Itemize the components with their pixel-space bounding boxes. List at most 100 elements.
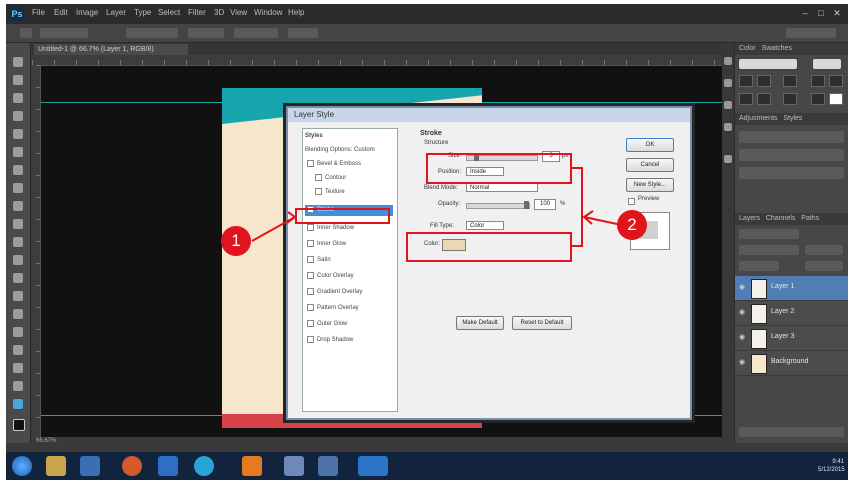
crop-tool-icon[interactable] [13, 129, 23, 139]
rectangle-tool-icon[interactable] [13, 363, 23, 373]
tab-styles[interactable]: Styles [783, 115, 802, 122]
healing-brush-tool-icon[interactable] [13, 165, 23, 175]
photoshop-taskbar-icon[interactable] [358, 456, 388, 476]
fill-type-select[interactable]: Color [466, 221, 504, 230]
swatch[interactable] [829, 75, 843, 87]
style-item[interactable]: Inner Shadow [305, 223, 393, 234]
swatch[interactable] [757, 75, 771, 87]
opacity-field[interactable] [805, 245, 843, 255]
pen-tool-icon[interactable] [13, 309, 23, 319]
browser-icon[interactable] [122, 456, 142, 476]
swatch[interactable] [739, 75, 753, 87]
panel-header-color[interactable]: Color Swatches [735, 43, 848, 55]
tab-layers[interactable]: Layers [739, 215, 760, 222]
style-item[interactable]: Outer Glow [305, 319, 393, 330]
ok-button[interactable]: OK [626, 138, 674, 152]
tab-paths[interactable]: Paths [801, 215, 819, 222]
tool-preset-icon[interactable] [20, 28, 32, 38]
blend-mode-select[interactable] [739, 245, 799, 255]
close-button[interactable]: ✕ [830, 7, 844, 19]
character-panel-icon[interactable] [724, 123, 732, 131]
swatch[interactable] [783, 93, 797, 105]
option-control[interactable] [288, 28, 318, 38]
reset-default-button[interactable]: Reset to Default [512, 316, 572, 330]
actions-panel-icon[interactable] [724, 79, 732, 87]
menu-layer[interactable]: Layer [106, 8, 126, 20]
blend-mode-select[interactable]: Normal [466, 183, 538, 192]
style-item[interactable]: Satin [305, 255, 393, 266]
hand-tool-icon[interactable] [13, 381, 23, 391]
swatch[interactable] [811, 93, 825, 105]
layer-row[interactable]: ◉ Layer 2 [735, 301, 848, 326]
dodge-tool-icon[interactable] [13, 291, 23, 301]
menu-edit[interactable]: Edit [54, 8, 68, 20]
swatch[interactable] [811, 75, 825, 87]
swatch[interactable] [757, 93, 771, 105]
minimize-button[interactable]: – [798, 7, 812, 19]
opacity-slider[interactable] [466, 201, 530, 209]
tab-adjustments[interactable]: Adjustments [739, 115, 778, 122]
marquee-tool-icon[interactable] [13, 75, 23, 85]
adjustment-icons-row[interactable] [739, 167, 844, 179]
layer-filter-select[interactable] [739, 229, 799, 239]
app-icon[interactable] [80, 456, 100, 476]
gradient-tool-icon[interactable] [13, 255, 23, 265]
eraser-tool-icon[interactable] [13, 237, 23, 247]
style-item[interactable]: Contour [305, 173, 401, 184]
color-field[interactable] [739, 59, 797, 69]
menu-select[interactable]: Select [158, 8, 180, 20]
file-explorer-icon[interactable] [46, 456, 66, 476]
menu-type[interactable]: Type [134, 8, 151, 20]
properties-panel-icon[interactable] [724, 101, 732, 109]
lasso-tool-icon[interactable] [13, 93, 23, 103]
style-item[interactable]: Gradient Overlay [305, 287, 393, 298]
cancel-button[interactable]: Cancel [626, 158, 674, 172]
panel-header-adjustments[interactable]: Adjustments Styles [735, 113, 848, 125]
tab-color[interactable]: Color [739, 45, 756, 52]
layer-row[interactable]: ◉ Background [735, 351, 848, 376]
system-clock[interactable]: 9:41 5/12/2015 [818, 458, 845, 474]
style-item[interactable]: Texture [305, 187, 401, 198]
mail-icon[interactable] [158, 456, 178, 476]
app-icon[interactable] [284, 456, 304, 476]
swatch[interactable] [739, 93, 753, 105]
style-item[interactable]: Pattern Overlay [305, 303, 393, 314]
lock-controls[interactable] [739, 261, 779, 271]
document-tab[interactable]: Untitled-1 @ 66.7% (Layer 1, RGB/8) [34, 44, 188, 55]
clone-stamp-tool-icon[interactable] [13, 201, 23, 211]
layer-actions-bar[interactable] [739, 427, 844, 437]
workspace-switcher[interactable] [786, 28, 836, 38]
foreground-color-icon[interactable] [13, 419, 25, 431]
menu-window[interactable]: Window [254, 8, 282, 20]
maximize-button[interactable]: □ [814, 7, 828, 19]
eye-icon[interactable]: ◉ [739, 284, 747, 292]
fill-field[interactable] [805, 261, 843, 271]
eye-icon[interactable]: ◉ [739, 334, 747, 342]
style-item[interactable]: Drop Shadow [305, 335, 393, 346]
menu-file[interactable]: File [32, 8, 45, 20]
app-icon[interactable] [242, 456, 262, 476]
browser-icon[interactable] [194, 456, 214, 476]
eyedropper-tool-icon[interactable] [13, 147, 23, 157]
style-item[interactable]: Inner Glow [305, 239, 393, 250]
swatch[interactable] [829, 93, 843, 105]
eye-icon[interactable]: ◉ [739, 309, 747, 317]
option-control[interactable] [126, 28, 178, 38]
app-icon[interactable] [318, 456, 338, 476]
magic-wand-tool-icon[interactable] [13, 111, 23, 121]
option-control[interactable] [40, 28, 88, 38]
panel-header-layers[interactable]: Layers Channels Paths [735, 213, 848, 225]
option-control[interactable] [234, 28, 278, 38]
opacity-slider-knob[interactable] [524, 201, 529, 209]
blur-tool-icon[interactable] [13, 273, 23, 283]
adjustment-icons-row[interactable] [739, 131, 844, 143]
style-item[interactable]: Styles [305, 131, 393, 142]
zoom-level[interactable]: 66.67% [36, 437, 56, 446]
swatch[interactable] [783, 75, 797, 87]
preview-checkbox[interactable] [628, 198, 635, 205]
layer-row[interactable]: ◉ Layer 3 [735, 326, 848, 351]
brush-panel-icon[interactable] [724, 155, 732, 163]
brush-tool-icon[interactable] [13, 183, 23, 193]
path-selection-tool-icon[interactable] [13, 345, 23, 355]
style-item[interactable]: Color Overlay [305, 271, 393, 282]
